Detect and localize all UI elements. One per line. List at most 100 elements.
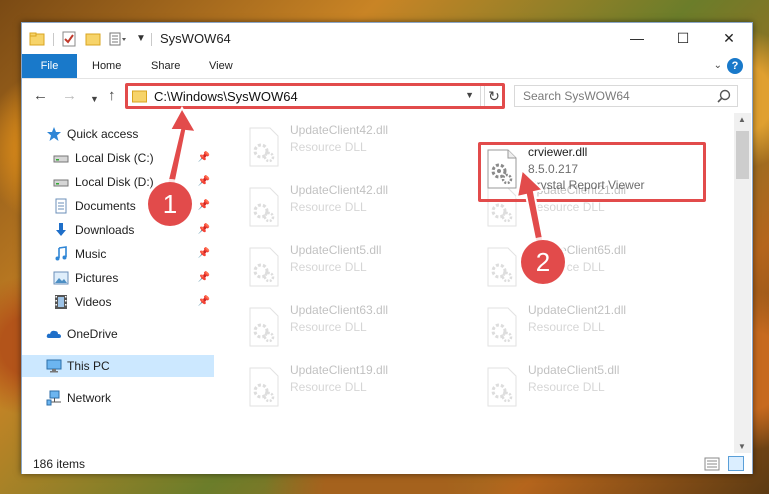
sidebar-item-music[interactable]: Music 📌 xyxy=(22,243,214,265)
pin-icon[interactable]: 📌 xyxy=(198,291,210,313)
details-view-icon[interactable] xyxy=(704,457,720,471)
drive-icon xyxy=(53,155,69,163)
file-item[interactable]: UpdateClient5.dll Resource DLL xyxy=(240,241,460,295)
file-type: Resource DLL xyxy=(528,380,605,394)
network-icon xyxy=(46,390,61,406)
sidebar-item-this-pc[interactable]: This PC xyxy=(22,355,214,377)
file-item[interactable]: UpdateClient5.dll Resource DLL xyxy=(478,361,698,415)
tab-view[interactable]: View xyxy=(209,54,233,78)
file-type: Resource DLL xyxy=(290,200,367,214)
file-type: Resource DLL xyxy=(290,140,367,154)
sidebar-item-label: Local Disk (C:) xyxy=(75,151,154,165)
new-folder-icon[interactable] xyxy=(85,31,101,47)
pictures-icon xyxy=(53,271,69,285)
scroll-up-icon[interactable]: ▲ xyxy=(738,115,746,124)
tiles-view-icon[interactable] xyxy=(728,456,744,471)
file-type: Resource DLL xyxy=(290,320,367,334)
pin-icon[interactable]: 📌 xyxy=(198,195,210,217)
dll-file-icon xyxy=(249,367,279,407)
drive-icon xyxy=(53,179,69,187)
step-1-badge: 1 xyxy=(148,182,192,226)
videos-icon xyxy=(55,295,67,309)
expand-ribbon-icon[interactable]: ⌄ xyxy=(714,60,722,71)
file-type: Resource DLL xyxy=(528,200,605,214)
file-name: UpdateClient42.dll xyxy=(290,183,389,197)
file-item[interactable]: UpdateClient65.dll Resource DLL xyxy=(478,241,698,295)
sidebar-item-pictures[interactable]: Pictures 📌 xyxy=(22,267,214,289)
sidebar-item-downloads[interactable]: Downloads 📌 xyxy=(22,219,214,241)
file-item[interactable]: UpdateClient42.dll Resource DLL xyxy=(240,181,460,235)
sidebar-item-label: Quick access xyxy=(67,127,139,141)
search-icon[interactable] xyxy=(717,89,731,103)
properties-check-icon[interactable] xyxy=(62,31,76,47)
file-item[interactable]: UpdateClient63.dll Resource DLL xyxy=(240,301,460,355)
sidebar-item-onedrive[interactable]: OneDrive xyxy=(22,323,214,345)
step-2-badge: 2 xyxy=(521,240,565,284)
file-name: UpdateClient21.dll xyxy=(528,303,627,317)
file-type: Resource DLL xyxy=(290,260,367,274)
sidebar-item-local-disk-c[interactable]: Local Disk (C:) 📌 xyxy=(22,147,214,169)
onedrive-icon xyxy=(46,330,61,338)
file-list: UpdateClient42.dll Resource DLL crviewer… xyxy=(216,113,734,453)
pin-icon[interactable]: 📌 xyxy=(198,219,210,241)
back-arrow-icon[interactable]: ← xyxy=(33,88,48,104)
tab-file[interactable]: File xyxy=(22,54,77,78)
quick-access-dropdown-icon[interactable]: ▼ xyxy=(136,31,146,47)
scroll-down-icon[interactable]: ▼ xyxy=(738,442,746,451)
up-arrow-icon[interactable]: ↑ xyxy=(108,88,116,104)
separator xyxy=(53,33,54,46)
file-item[interactable]: UpdateClient42.dll Resource DLL xyxy=(240,121,460,175)
pin-icon[interactable]: 📌 xyxy=(198,243,210,265)
star-icon xyxy=(47,127,61,141)
file-item[interactable]: UpdateClient19.dll Resource DLL xyxy=(240,361,460,415)
sidebar-item-label: Documents xyxy=(75,199,136,213)
sidebar-item-quick-access[interactable]: Quick access xyxy=(22,123,214,145)
item-count: 186 items xyxy=(33,457,86,471)
tab-home[interactable]: Home xyxy=(92,54,121,78)
downloads-icon xyxy=(56,223,66,236)
search-box[interactable] xyxy=(514,85,738,107)
dll-file-icon xyxy=(487,307,517,347)
sidebar-item-label: Music xyxy=(75,247,107,261)
close-button[interactable]: ✕ xyxy=(706,23,752,54)
forward-arrow-icon[interactable]: → xyxy=(62,88,77,104)
file-type: Resource DLL xyxy=(528,320,605,334)
address-row: ← → ▼ ↑ C:\Windows\SysWOW64 ▼ ↻ xyxy=(22,80,752,113)
documents-icon xyxy=(55,198,67,214)
file-name: UpdateClient42.dll xyxy=(290,123,389,137)
sidebar-item-label: Pictures xyxy=(75,271,119,285)
sidebar-item-videos[interactable]: Videos 📌 xyxy=(22,291,214,313)
pin-icon[interactable]: 📌 xyxy=(198,171,210,193)
separator xyxy=(151,33,152,46)
music-icon xyxy=(55,246,67,261)
dll-file-icon xyxy=(487,247,517,287)
sidebar-item-label: OneDrive xyxy=(67,327,118,341)
dll-file-icon xyxy=(249,307,279,347)
tab-share[interactable]: Share xyxy=(151,54,180,78)
dll-file-icon xyxy=(249,247,279,287)
customize-icon[interactable] xyxy=(109,31,127,47)
sidebar-item-label: Videos xyxy=(75,295,112,309)
file-name: UpdateClient63.dll xyxy=(290,303,389,317)
search-input[interactable] xyxy=(515,86,715,106)
dll-file-icon xyxy=(487,367,517,407)
sidebar-item-network[interactable]: Network xyxy=(22,387,214,409)
dll-file-icon xyxy=(249,187,279,227)
sidebar-item-label: Local Disk (D:) xyxy=(75,175,154,189)
status-bar: 186 items xyxy=(22,453,752,474)
help-icon[interactable]: ? xyxy=(727,58,743,74)
pin-icon[interactable]: 📌 xyxy=(198,267,210,289)
file-explorer-window: ▼ SysWOW64 — ☐ ✕ File Home Share View ⌄ … xyxy=(21,22,753,474)
navigation-pane: Quick access Local Disk (C:) 📌 Local Dis… xyxy=(22,113,215,443)
pin-icon[interactable]: 📌 xyxy=(198,147,210,169)
sidebar-item-label: Downloads xyxy=(75,223,135,237)
vertical-scrollbar[interactable]: ▲ ▼ xyxy=(734,113,751,453)
recent-locations-icon[interactable]: ▼ xyxy=(90,91,99,107)
scroll-thumb[interactable] xyxy=(736,131,749,179)
window-title: SysWOW64 xyxy=(160,31,231,46)
sidebar-item-label: Network xyxy=(67,391,112,405)
minimize-button[interactable]: — xyxy=(614,23,660,54)
maximize-button[interactable]: ☐ xyxy=(660,23,706,54)
folder-icon[interactable] xyxy=(29,31,45,47)
file-item[interactable]: UpdateClient21.dll Resource DLL xyxy=(478,301,698,355)
